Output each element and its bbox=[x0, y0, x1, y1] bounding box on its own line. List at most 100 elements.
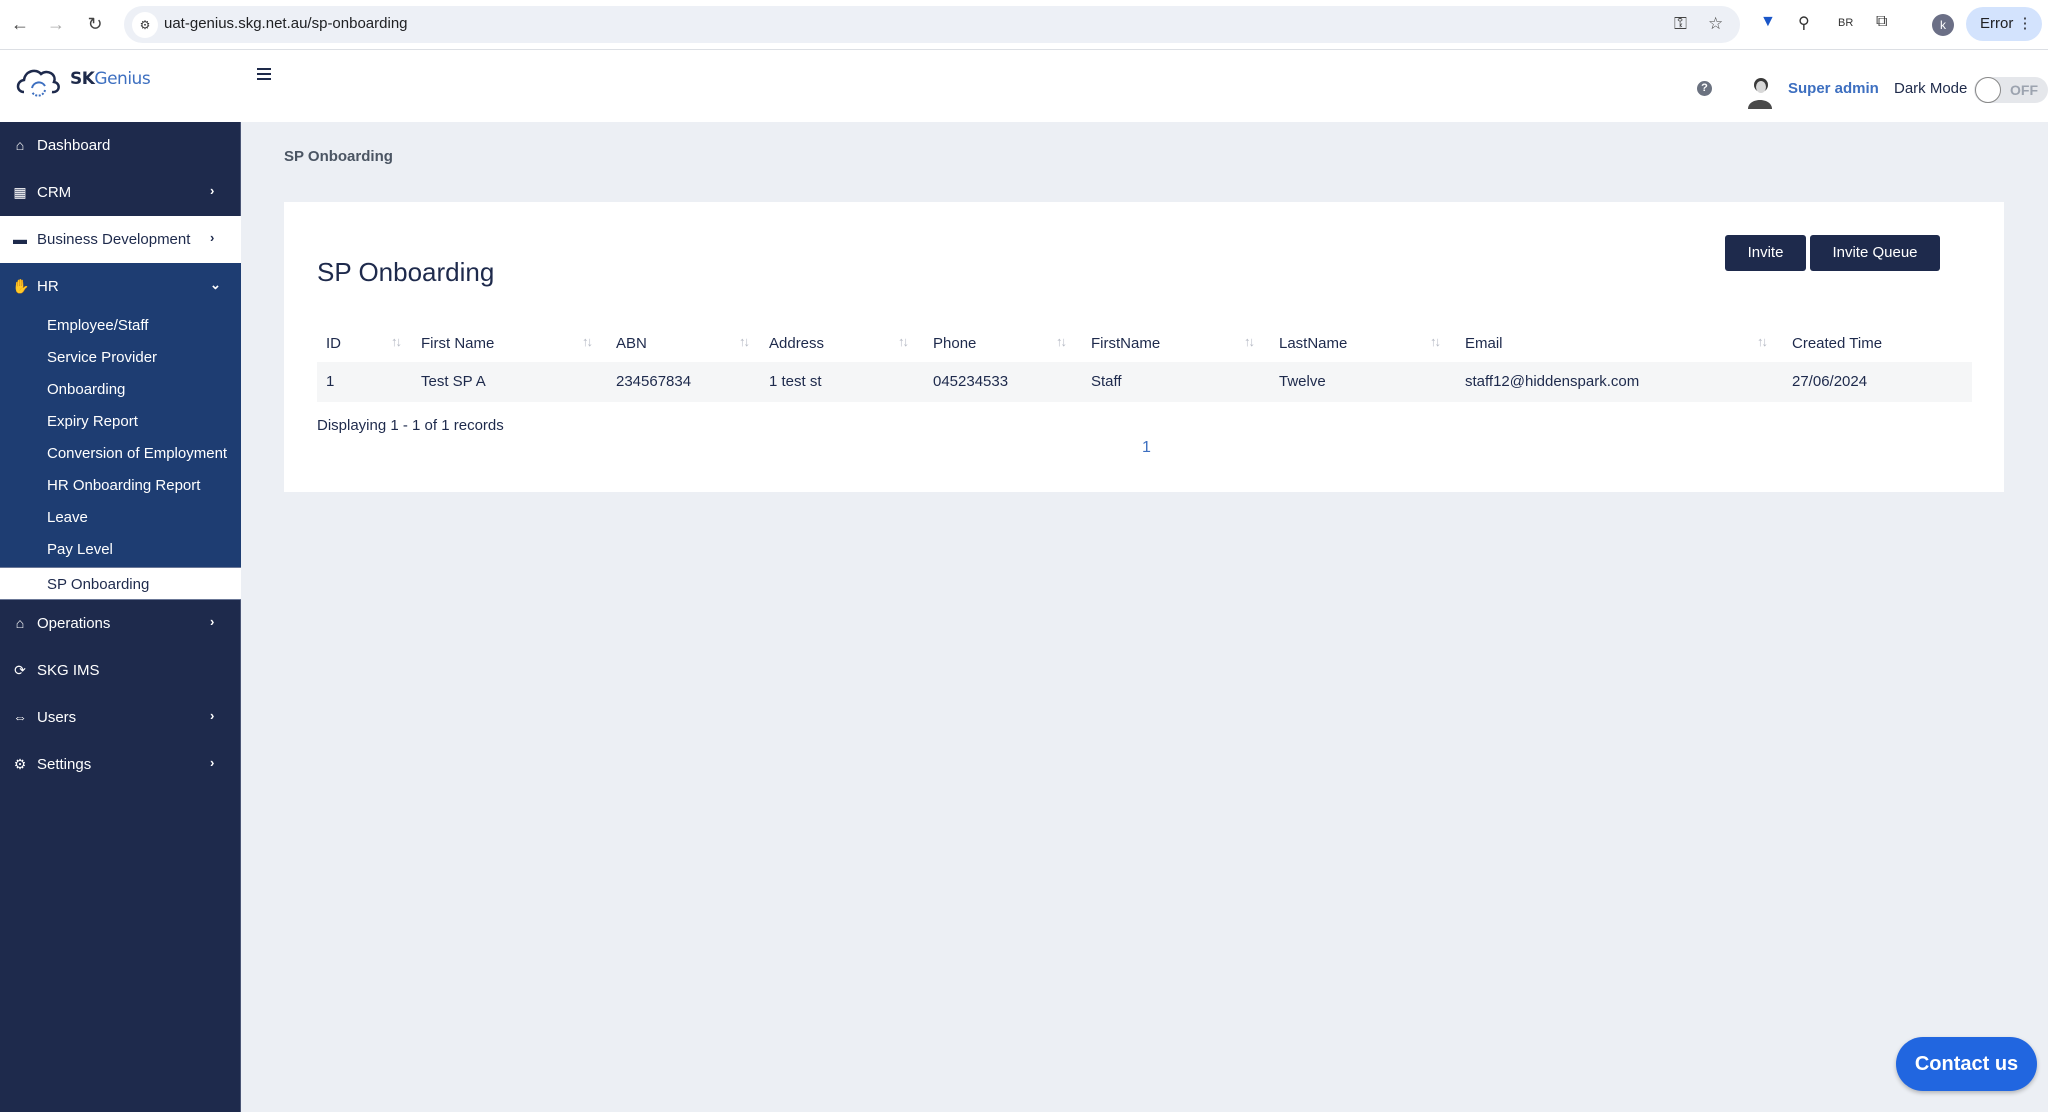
chevron-right-icon: › bbox=[210, 183, 215, 198]
column-label: Email bbox=[1465, 335, 1503, 352]
browser-toolbar: ← → ↻ ⚙ uat-genius.skg.net.au/sp-onboard… bbox=[0, 0, 2048, 50]
sort-icon[interactable]: ↑↓ bbox=[1757, 334, 1768, 349]
sp-onboarding-card: SP Onboarding Invite Invite Queue ID ↑↓ … bbox=[284, 202, 2004, 492]
extensions-puzzle-icon[interactable]: ⧉ bbox=[1876, 13, 1887, 31]
building-icon: ▦ bbox=[13, 184, 27, 200]
sidebar-item-label: SKG IMS bbox=[37, 662, 100, 679]
column-header-created-time[interactable]: Created Time bbox=[1783, 326, 1972, 362]
users-icon: ⇔ bbox=[13, 709, 27, 725]
reload-icon[interactable]: ↻ bbox=[83, 12, 107, 36]
sidebar-subitem-pay-level[interactable]: Pay Level bbox=[0, 533, 241, 565]
column-header-address[interactable]: Address ↑↓ bbox=[760, 326, 924, 362]
subitem-label: SP Onboarding bbox=[47, 576, 150, 593]
invite-button[interactable]: Invite bbox=[1725, 235, 1806, 271]
sort-icon[interactable]: ↑↓ bbox=[1430, 334, 1441, 349]
logo-text-sk: SK bbox=[70, 69, 95, 89]
logo-text-genius: Genius bbox=[94, 69, 151, 89]
column-header-id[interactable]: ID ↑↓ bbox=[317, 326, 412, 362]
sidebar-item-crm[interactable]: ▦ CRM › bbox=[0, 169, 241, 216]
toggle-knob bbox=[1975, 77, 2001, 103]
house-user-icon: ⌂ bbox=[15, 615, 25, 631]
column-label: FirstName bbox=[1091, 335, 1161, 352]
subitem-label: HR Onboarding Report bbox=[47, 477, 201, 494]
cell-firstname: Staff bbox=[1091, 373, 1122, 390]
address-bar[interactable]: ⚙ uat-genius.skg.net.au/sp-onboarding ⚿ … bbox=[124, 6, 1740, 43]
column-header-abn[interactable]: ABN ↑↓ bbox=[607, 326, 765, 362]
subitem-label: Leave bbox=[47, 509, 88, 526]
sync-icon: ⟳ bbox=[14, 662, 26, 678]
sort-icon[interactable]: ↑↓ bbox=[391, 334, 402, 349]
help-icon[interactable]: ? bbox=[1697, 81, 1712, 96]
sidebar-item-users[interactable]: ⇔ Users › bbox=[0, 694, 241, 741]
column-header-email[interactable]: Email ↑↓ bbox=[1456, 326, 1783, 362]
hamburger-menu-icon[interactable] bbox=[257, 68, 271, 82]
column-header-firstname[interactable]: FirstName ↑↓ bbox=[1082, 326, 1270, 362]
pagination-page-1[interactable]: 1 bbox=[1142, 439, 1151, 457]
table-row[interactable]: 1 Test SP A 234567834 1 test st 04523453… bbox=[317, 362, 1972, 402]
subitem-label: Expiry Report bbox=[47, 413, 138, 430]
extension-br-icon[interactable]: BR bbox=[1838, 17, 1853, 29]
sidebar-subitem-hr-onboarding-report[interactable]: HR Onboarding Report bbox=[0, 469, 241, 501]
column-header-lastname[interactable]: LastName ↑↓ bbox=[1270, 326, 1456, 362]
extension-search-icon[interactable]: ⚲ bbox=[1798, 13, 1810, 33]
sidebar-item-settings[interactable]: ⚙ Settings › bbox=[0, 741, 241, 788]
column-label: LastName bbox=[1279, 335, 1348, 352]
subitem-label: Employee/Staff bbox=[47, 317, 149, 334]
sidebar-subitem-onboarding[interactable]: Onboarding bbox=[0, 373, 241, 405]
browser-error-button[interactable]: Error ⋮ bbox=[1966, 7, 2042, 41]
cell-email: staff12@hiddenspark.com bbox=[1465, 373, 1640, 390]
sidebar-subitem-leave[interactable]: Leave bbox=[0, 501, 241, 533]
handshake-icon: ✋ bbox=[12, 278, 30, 294]
home-icon: ⌂ bbox=[15, 137, 25, 153]
column-label: Phone bbox=[933, 335, 977, 352]
sidebar-subitem-expiry-report[interactable]: Expiry Report bbox=[0, 405, 241, 437]
cell-first-name: Test SP A bbox=[421, 373, 486, 390]
sort-icon[interactable]: ↑↓ bbox=[1056, 334, 1067, 349]
dark-mode-toggle[interactable]: OFF bbox=[1974, 77, 2048, 103]
cell-abn: 234567834 bbox=[616, 373, 692, 390]
sidebar-subitem-service-provider[interactable]: Service Provider bbox=[0, 341, 241, 373]
profile-avatar[interactable]: k bbox=[1932, 14, 1954, 36]
skgenius-logo-icon[interactable] bbox=[14, 62, 62, 100]
invite-queue-button[interactable]: Invite Queue bbox=[1810, 235, 1940, 271]
sidebar-subitem-sp-onboarding[interactable]: SP Onboarding bbox=[0, 567, 241, 600]
chevron-right-icon: › bbox=[210, 755, 215, 770]
site-settings-icon[interactable]: ⚙ bbox=[132, 12, 158, 38]
chevron-down-icon: ⌄ bbox=[210, 277, 221, 292]
sort-icon[interactable]: ↑↓ bbox=[898, 334, 909, 349]
sidebar-item-skg-ims[interactable]: ⟳ SKG IMS bbox=[0, 647, 241, 694]
sidebar-item-label: Business Development bbox=[37, 231, 191, 248]
user-name-link[interactable]: Super admin bbox=[1788, 80, 1879, 97]
chevron-right-icon: › bbox=[210, 614, 215, 629]
error-label: Error bbox=[1980, 15, 2014, 32]
sidebar-item-label: Users bbox=[37, 709, 77, 726]
sidebar-item-label: HR bbox=[37, 278, 59, 295]
column-header-phone[interactable]: Phone ↑↓ bbox=[924, 326, 1082, 362]
sidebar-item-operations[interactable]: ⌂ Operations › bbox=[0, 600, 241, 647]
sort-icon[interactable]: ↑↓ bbox=[582, 334, 593, 349]
key-icon[interactable]: ⚿ bbox=[1674, 14, 1687, 34]
extension-diamond-icon[interactable]: ▼ bbox=[1760, 13, 1776, 31]
url-text[interactable]: uat-genius.skg.net.au/sp-onboarding bbox=[164, 15, 408, 32]
sidebar-subitem-employee-staff[interactable]: Employee/Staff bbox=[0, 309, 241, 341]
chevron-right-icon: › bbox=[210, 708, 215, 723]
app-header: SKGenius ? Super admin Dark Mode OFF bbox=[0, 50, 2048, 122]
sidebar-item-hr[interactable]: ✋ HR ⌄ bbox=[0, 263, 241, 309]
star-icon[interactable]: ☆ bbox=[1708, 14, 1723, 34]
sort-icon[interactable]: ↑↓ bbox=[739, 334, 750, 349]
forward-arrow-icon[interactable]: → bbox=[44, 12, 68, 36]
back-arrow-icon[interactable]: ← bbox=[8, 12, 32, 36]
sort-icon[interactable]: ↑↓ bbox=[1244, 334, 1255, 349]
subitem-label: Onboarding bbox=[47, 381, 126, 398]
column-header-first-name[interactable]: First Name ↑↓ bbox=[412, 326, 607, 362]
sidebar: ⌂ Dashboard ▦ CRM › ▬ Business Developme… bbox=[0, 122, 241, 1112]
sidebar-item-dashboard[interactable]: ⌂ Dashboard bbox=[0, 122, 241, 169]
subitem-label: Pay Level bbox=[47, 541, 113, 558]
user-avatar[interactable] bbox=[1745, 75, 1775, 109]
sidebar-item-business-development[interactable]: ▬ Business Development › bbox=[0, 216, 241, 263]
folder-icon: ▬ bbox=[13, 231, 27, 247]
sidebar-item-label: Dashboard bbox=[37, 137, 111, 154]
sidebar-subitem-conversion-of-employment[interactable]: Conversion of Employment bbox=[0, 437, 241, 469]
column-label: First Name bbox=[421, 335, 495, 352]
contact-us-button[interactable]: Contact us bbox=[1896, 1037, 2037, 1091]
